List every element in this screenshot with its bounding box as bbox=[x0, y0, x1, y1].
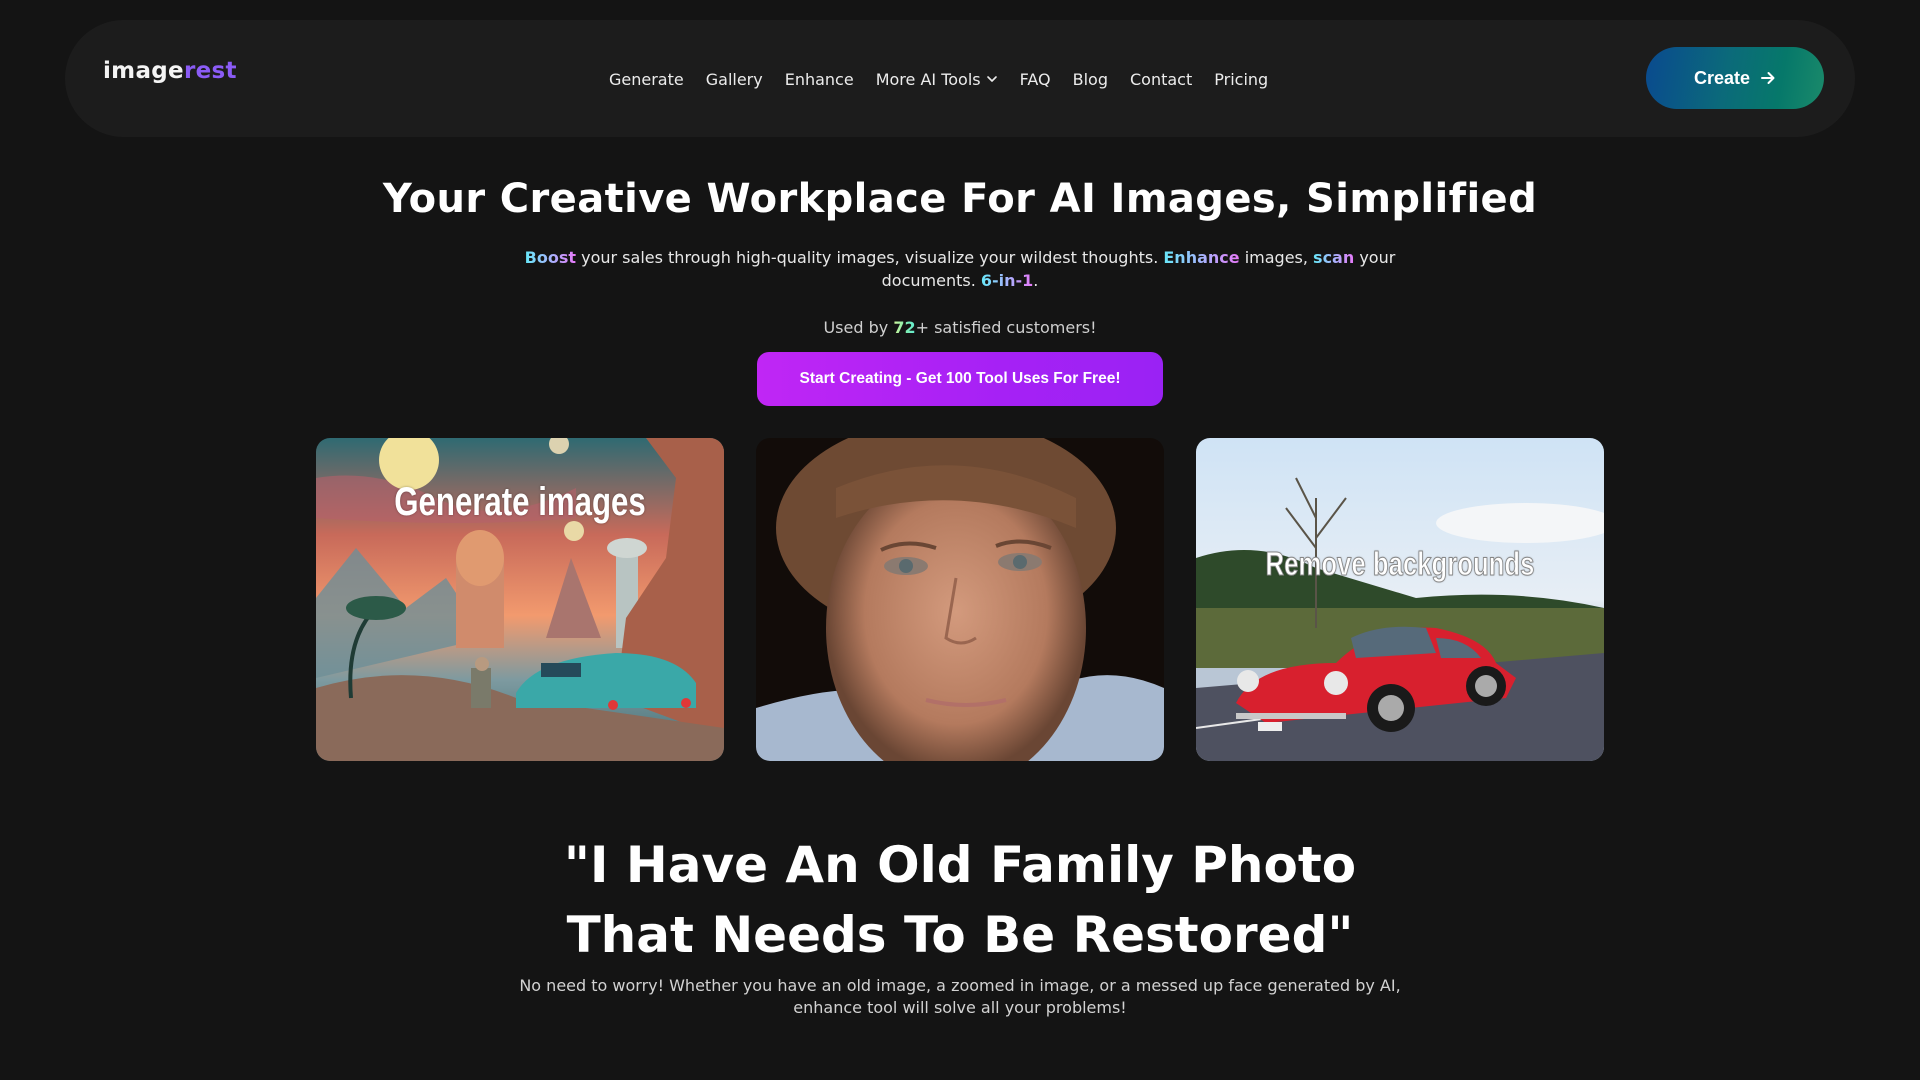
create-button[interactable]: Create bbox=[1646, 47, 1824, 109]
used-by-suffix: + satisfied customers! bbox=[915, 318, 1097, 337]
showcase-card-generate[interactable]: Generate images bbox=[316, 438, 724, 761]
chevron-down-icon bbox=[986, 76, 997, 82]
nav-link-more-ai-tools[interactable]: More AI Tools bbox=[876, 70, 998, 89]
highlight-scan: scan bbox=[1313, 248, 1355, 267]
subtitle-text-1: your sales through high-quality images, … bbox=[576, 248, 1164, 267]
showcase-card-remove-bg[interactable]: Remove backgrounds bbox=[1196, 438, 1604, 761]
subtitle-text-2: images, bbox=[1239, 248, 1314, 267]
used-by-prefix: Used by bbox=[823, 318, 894, 337]
nav-link-pricing[interactable]: Pricing bbox=[1214, 70, 1268, 89]
nav-link-faq[interactable]: FAQ bbox=[1020, 70, 1051, 89]
nav-links: Generate Gallery Enhance More AI Tools F… bbox=[609, 67, 1290, 91]
section-heading-line-2: That Needs To Be Restored" bbox=[566, 906, 1354, 964]
arrow-right-icon bbox=[1761, 72, 1775, 84]
logo-part-rest: rest bbox=[183, 58, 237, 84]
card-label-remove-bg: Remove backgrounds bbox=[1265, 545, 1535, 583]
highlight-6-in-1: 6-in-1 bbox=[980, 271, 1034, 290]
nav-link-enhance[interactable]: Enhance bbox=[785, 70, 854, 89]
section-body: No need to worry! Whether you have an ol… bbox=[519, 976, 1401, 1017]
highlight-enhance: Enhance bbox=[1163, 248, 1240, 267]
nav-link-blog[interactable]: Blog bbox=[1073, 70, 1108, 89]
highlight-boost: Boost bbox=[524, 248, 577, 267]
enhanced-portrait-image bbox=[756, 438, 1164, 761]
showcase-card-enhance[interactable] bbox=[756, 438, 1164, 761]
nav-link-generate[interactable]: Generate bbox=[609, 70, 684, 89]
logo-part-image: image bbox=[103, 58, 184, 84]
section-heading: "I Have An Old Family Photo That Needs T… bbox=[0, 830, 1920, 970]
logo[interactable]: imagerest bbox=[103, 58, 237, 84]
top-navbar: imagerest Generate Gallery Enhance More … bbox=[65, 20, 1855, 137]
nav-link-more-ai-tools-label: More AI Tools bbox=[875, 69, 981, 89]
start-creating-button[interactable]: Start Creating - Get 100 Tool Uses For F… bbox=[757, 352, 1163, 406]
create-button-label: Create bbox=[1693, 67, 1751, 88]
red-car-image bbox=[1196, 438, 1604, 761]
card-label-generate: Generate images bbox=[394, 480, 646, 524]
hero-subtitle: Boost your sales through high-quality im… bbox=[510, 246, 1410, 292]
subtitle-text-4: . bbox=[1033, 271, 1039, 290]
section-heading-line-1: "I Have An Old Family Photo bbox=[563, 836, 1357, 894]
customer-count-number: 72 bbox=[893, 318, 916, 337]
hero-title: Your Creative Workplace For AI Images, S… bbox=[382, 176, 1538, 222]
nav-link-contact[interactable]: Contact bbox=[1130, 70, 1192, 89]
customer-count: Used by 72+ satisfied customers! bbox=[0, 318, 1920, 337]
nav-link-gallery[interactable]: Gallery bbox=[706, 70, 763, 89]
